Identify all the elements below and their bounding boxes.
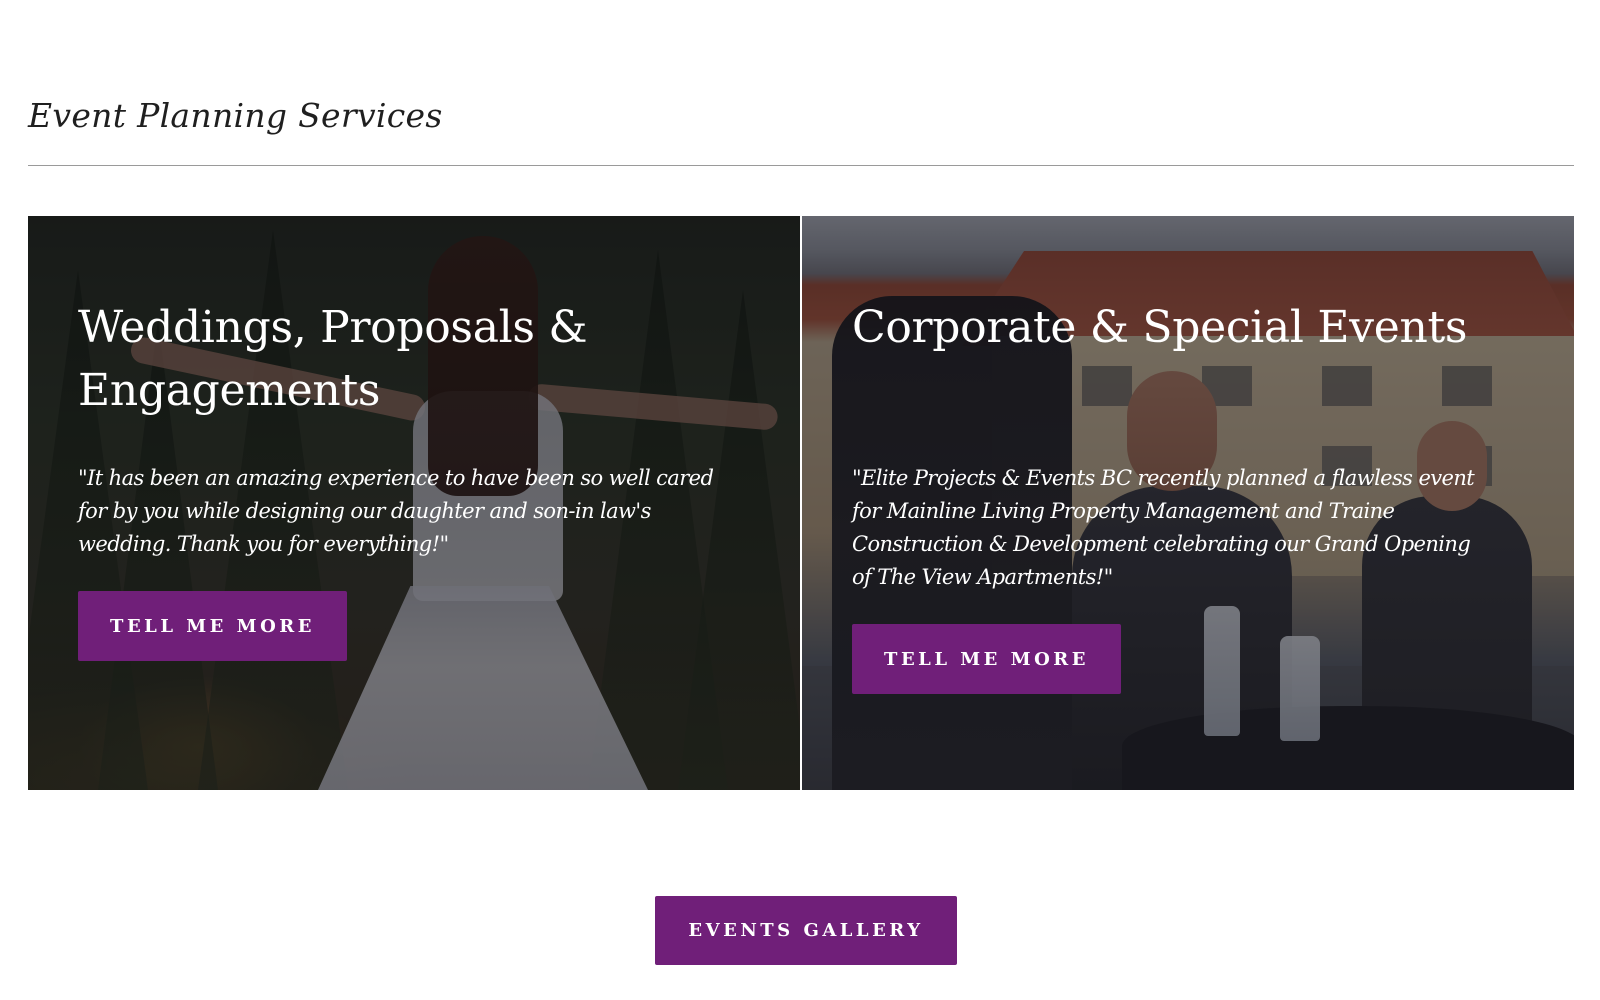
events-gallery-button[interactable]: EVENTS GALLERY: [655, 896, 957, 965]
wedding-testimonial: "It has been an amazing experience to ha…: [78, 466, 714, 556]
wedding-tell-me-more-button[interactable]: TELL ME MORE: [78, 591, 347, 661]
corporate-testimonial: "Elite Projects & Events BC recently pla…: [852, 466, 1475, 589]
corporate-card: Corporate & Special Events "Elite Projec…: [802, 216, 1574, 790]
wedding-card-title: Weddings, Proposals & Engagements: [78, 302, 588, 416]
wedding-card-content: Weddings, Proposals & Engagements "It ha…: [78, 296, 760, 661]
corporate-tell-me-more-button[interactable]: TELL ME MORE: [852, 624, 1121, 694]
corporate-card-title: Corporate & Special Events: [852, 302, 1468, 353]
section-divider: [28, 165, 1574, 166]
section-title: Event Planning Services: [28, 96, 443, 135]
corporate-card-content: Corporate & Special Events "Elite Projec…: [852, 296, 1534, 694]
wedding-card: Weddings, Proposals & Engagements "It ha…: [28, 216, 800, 790]
service-cards: Weddings, Proposals & Engagements "It ha…: [28, 216, 1574, 790]
page: Event Planning Services Weddings, Propos…: [0, 0, 1600, 1000]
